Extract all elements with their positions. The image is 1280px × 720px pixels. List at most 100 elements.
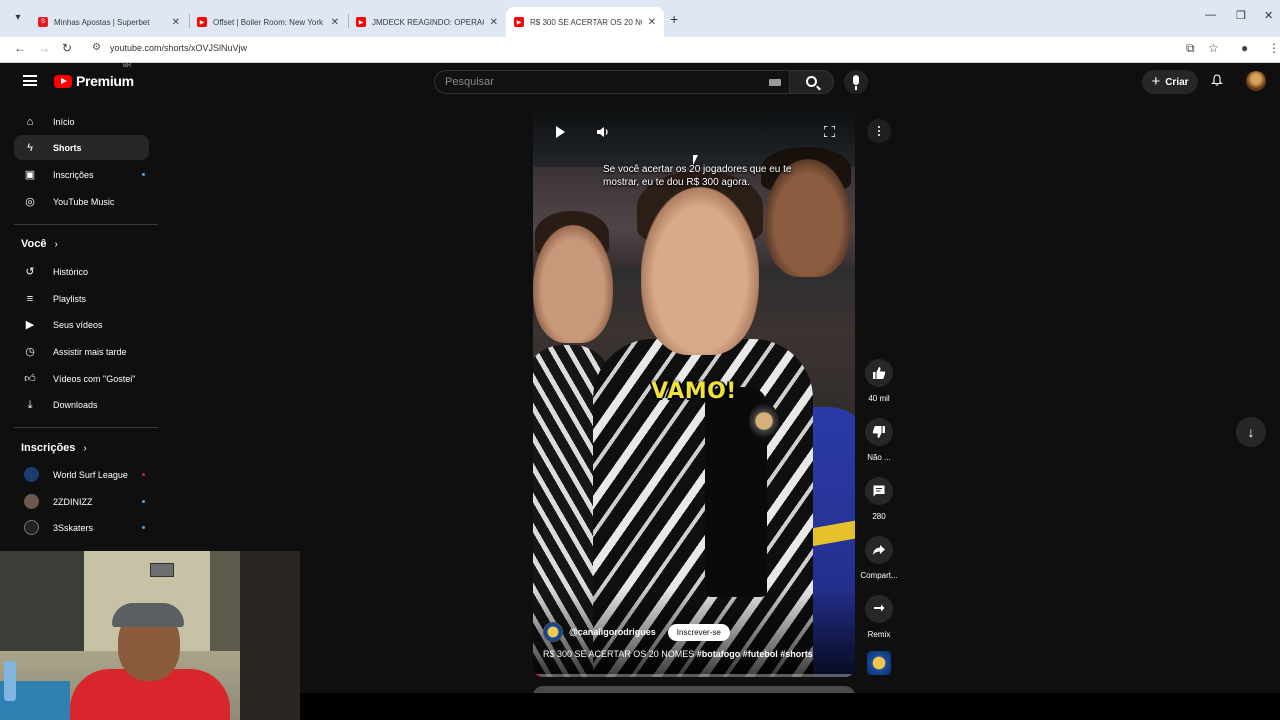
sidebar-item-history[interactable]: ↺ Histórico	[14, 259, 149, 284]
more-dot	[878, 130, 880, 132]
sidebar-item-subscriptions[interactable]: ▣ Inscrições	[14, 162, 149, 187]
browser-menu-icon[interactable]: ⋮	[1268, 41, 1280, 55]
channel-avatar[interactable]	[543, 622, 563, 642]
browser-tab-1[interactable]: S Minhas Apostas | Superbet ✕	[30, 7, 188, 37]
sidebar-channel-2zdinizz[interactable]: 2ZDINIZZ	[14, 489, 149, 514]
dislike-action[interactable]: Não ...	[858, 418, 900, 462]
sidebar-item-playlists[interactable]: ≡ Playlists	[14, 286, 149, 311]
dislike-label: Não ...	[867, 453, 891, 462]
like-action[interactable]: 40 mil	[858, 359, 900, 403]
url-field[interactable]: youtube.com/shorts/xOVJSlNuVjw	[110, 43, 247, 53]
site-info-icon[interactable]: ⚙	[92, 42, 101, 53]
thumbs-up-icon	[873, 367, 886, 379]
remix-label: Remix	[867, 630, 891, 639]
tab-title: Minhas Apostas | Superbet	[54, 17, 150, 27]
music-icon: ◎	[25, 195, 35, 208]
share-action[interactable]: Compart...	[858, 536, 900, 580]
minimize-icon[interactable]: —	[1205, 9, 1216, 21]
search-input[interactable]: Pesquisar	[434, 70, 790, 94]
user-avatar[interactable]	[1246, 71, 1266, 91]
browser-tab-2[interactable]: ▶ Offset | Boiler Room: New York ✕	[189, 7, 347, 37]
restore-icon[interactable]: ❐	[1236, 9, 1246, 22]
keyboard-icon[interactable]	[769, 79, 781, 86]
channel-name: 2ZDINIZZ	[53, 496, 93, 507]
youtube-favicon-icon: ▶	[356, 17, 366, 27]
tab-search-chevron-icon[interactable]: ▾	[10, 10, 26, 26]
new-tab-icon[interactable]: +	[670, 11, 678, 27]
sidebar-item-downloads[interactable]: ⤓ Downloads	[14, 392, 149, 417]
comments-action[interactable]: 280	[858, 477, 900, 521]
back-icon[interactable]: ←	[14, 41, 26, 55]
share-button[interactable]	[865, 536, 893, 564]
volume-icon[interactable]	[596, 125, 610, 139]
new-content-dot	[142, 173, 145, 176]
sidebar-item-liked-videos[interactable]: 👍︎ Vídeos com "Gostei"	[14, 366, 149, 391]
channel-handle[interactable]: @canaligorodrigues	[569, 627, 656, 637]
notifications-bell-icon[interactable]	[1211, 74, 1223, 86]
profile-icon[interactable]: ●	[1241, 41, 1248, 55]
fullscreen-icon[interactable]	[824, 126, 835, 137]
browser-tab-3[interactable]: ▶ JMDECK REAGINDO: OPERAÇÃ ✕	[348, 7, 506, 37]
shorts-player[interactable]: Se você acertar os 20 jogadores que eu t…	[533, 107, 855, 677]
close-tab-icon[interactable]: ✕	[172, 17, 180, 28]
subscriptions-section-heading[interactable]: Inscrições ›	[21, 442, 87, 454]
close-tab-icon[interactable]: ✕	[490, 17, 498, 28]
playback-progress-bar[interactable]	[533, 674, 855, 677]
subscriptions-icon: ▣	[24, 168, 36, 181]
video-caption-word: VAMO!	[651, 379, 737, 404]
sidebar-item-your-videos[interactable]: ▶ Seus vídeos	[14, 312, 149, 337]
more-dot	[878, 126, 880, 128]
remix-button[interactable]	[865, 595, 893, 623]
audio-source-thumbnail[interactable]	[867, 651, 891, 675]
close-window-icon[interactable]: ✕	[1264, 9, 1273, 22]
sidebar-item-label: Vídeos com "Gostei"	[53, 373, 136, 384]
screen: ▾ S Minhas Apostas | Superbet ✕ ▶ Offset…	[0, 0, 1280, 720]
channel-row: @canaligorodrigues Inscrever-se	[543, 622, 730, 642]
close-tab-icon[interactable]: ✕	[648, 17, 656, 28]
create-label: Criar	[1165, 76, 1189, 88]
dislike-button[interactable]	[865, 418, 893, 446]
hamburger-menu-icon[interactable]	[23, 75, 37, 86]
more-dot	[878, 134, 880, 136]
short-title-hashtags[interactable]: #botafogo #futebol #shorts	[697, 649, 813, 659]
youtube-premium-logo[interactable]: Premium	[54, 73, 134, 89]
create-button[interactable]: + Criar	[1142, 70, 1198, 94]
sidebar-item-watch-later[interactable]: ◷ Assistir mais tarde	[14, 339, 149, 364]
like-count: 40 mil	[868, 394, 890, 403]
comment-icon	[873, 485, 885, 497]
you-section-heading[interactable]: Você ›	[21, 238, 58, 250]
browser-tab-active[interactable]: ▶ R$ 300 SE ACERTAR OS 20 NOI ✕	[506, 7, 664, 37]
comments-count: 280	[872, 512, 886, 521]
voice-search-button[interactable]	[844, 70, 868, 94]
like-button[interactable]	[865, 359, 893, 387]
sidebar-channel-3sskaters[interactable]: 3Sskaters	[14, 515, 149, 540]
sidebar-item-youtube-music[interactable]: ◎ YouTube Music	[14, 189, 149, 214]
reload-icon[interactable]: ↻	[62, 41, 72, 55]
sidebar-item-home[interactable]: ⌂ Início	[14, 109, 149, 134]
close-tab-icon[interactable]: ✕	[331, 17, 339, 28]
sidebar-item-shorts[interactable]: ϟ Shorts	[14, 135, 149, 160]
chevron-right-icon: ›	[83, 442, 87, 454]
bookmark-star-icon[interactable]: ☆	[1208, 41, 1219, 55]
plus-icon: +	[1151, 73, 1161, 90]
search-button[interactable]	[790, 70, 834, 94]
remix-action[interactable]: Remix	[858, 595, 900, 639]
subscribe-button[interactable]: Inscrever-se	[667, 623, 730, 641]
webcam-poster	[150, 563, 174, 577]
webcam-door	[240, 551, 300, 720]
liked-icon: 👍︎	[24, 372, 36, 385]
forward-icon[interactable]: →	[38, 41, 50, 55]
sidebar-channel-world-surf-league[interactable]: World Surf League	[14, 462, 149, 487]
next-short-arrow-icon[interactable]: ↓	[1236, 417, 1266, 447]
comments-button[interactable]	[865, 477, 893, 505]
search-icon	[806, 76, 817, 87]
play-icon[interactable]	[556, 126, 565, 138]
channel-avatar	[24, 520, 39, 535]
more-options-button[interactable]	[867, 119, 891, 143]
chevron-right-icon: ›	[54, 238, 58, 250]
cast-icon[interactable]: ⧉	[1186, 41, 1195, 56]
remix-icon	[874, 604, 885, 612]
short-title[interactable]: R$ 300 SE ACERTAR OS 20 NOMES #botafogo …	[543, 649, 813, 659]
sidebar-item-label: Shorts	[53, 142, 82, 153]
youtube-favicon-icon: ▶	[514, 17, 524, 27]
